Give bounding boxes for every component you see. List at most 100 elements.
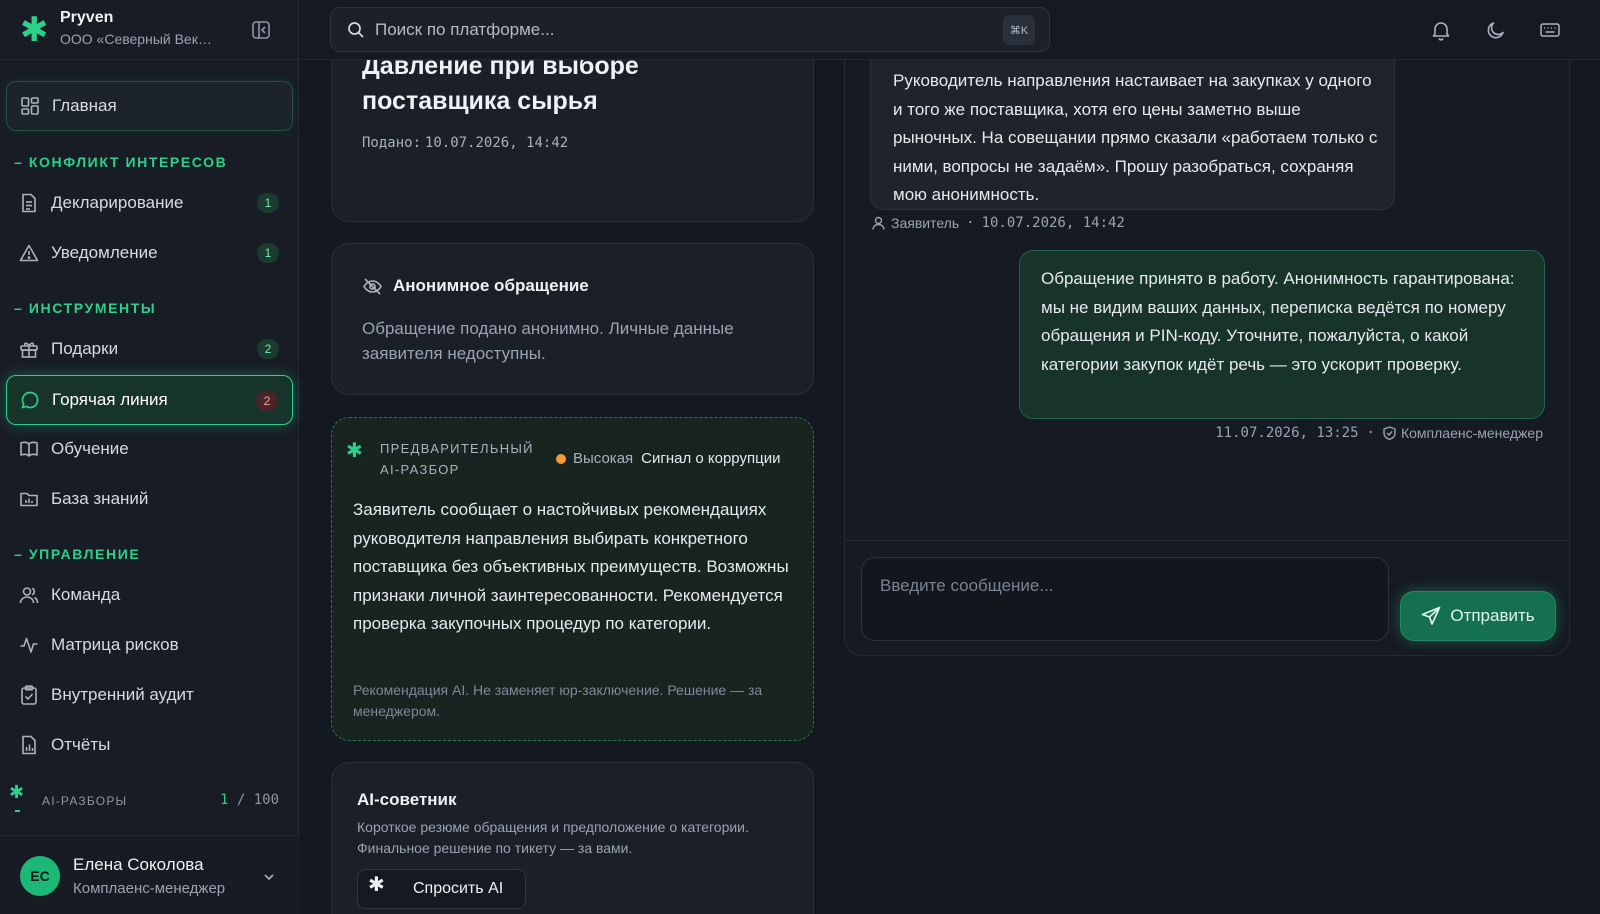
- organization-name[interactable]: ООО «Северный Век…: [60, 31, 235, 47]
- incoming-message-text: Руководитель направления настаивает на з…: [893, 71, 1378, 204]
- activity-icon: [19, 635, 39, 655]
- search-box[interactable]: ⌘K: [330, 7, 1050, 52]
- count-badge: 2: [257, 339, 279, 359]
- sidebar-item-reports[interactable]: Отчёты: [6, 722, 293, 768]
- submitted-value: 10.07.2026, 14:42: [424, 135, 569, 151]
- anonymous-title: Анонимное обращение: [393, 276, 589, 295]
- avatar: ЕС: [20, 856, 60, 896]
- meta-separator: ·: [966, 215, 975, 231]
- ai-quota-progress: [15, 810, 20, 812]
- count-badge: 2: [256, 391, 278, 411]
- section-tools: – ИНСТРУМЕНТЫ: [14, 300, 157, 316]
- top-bar: ⌘K: [300, 0, 1600, 60]
- clipboard-check-icon: [19, 685, 39, 705]
- chat-bubble-icon: [20, 390, 40, 410]
- search-shortcut: ⌘K: [1003, 15, 1035, 45]
- send-icon: [1421, 606, 1441, 626]
- advisor-text: Короткое резюме обращения и предположени…: [357, 819, 749, 856]
- brand-header: ✱ Pryven ООО «Северный Век…: [0, 0, 299, 60]
- asterisk-logo-icon: ✱: [20, 11, 49, 49]
- submitted-label: Подано:: [362, 135, 422, 151]
- sidebar-item-notification[interactable]: Уведомление 1: [6, 230, 293, 276]
- ticket-submitted: Подано: 10.07.2026, 14:42: [362, 134, 568, 151]
- sidebar-item-training[interactable]: Обучение: [6, 426, 293, 472]
- message-input[interactable]: [861, 557, 1389, 641]
- count-badge: 1: [257, 193, 279, 213]
- sidebar-item-internal-audit[interactable]: Внутренний аудит: [6, 672, 293, 718]
- anonymous-card: Анонимное обращение Обращение подано ано…: [331, 243, 814, 395]
- sidebar-item-label: Уведомление: [51, 243, 158, 262]
- ai-quota-value: 1 / 100: [220, 792, 279, 808]
- user-role: Комплаенс-менеджер: [73, 880, 226, 897]
- send-button[interactable]: Отправить: [1400, 591, 1556, 641]
- bell-icon[interactable]: [1430, 19, 1452, 41]
- sidebar-item-label: Команда: [51, 585, 121, 604]
- sidebar-item-gifts[interactable]: Подарки 2: [6, 326, 293, 372]
- book-icon: [19, 439, 39, 459]
- document-icon: [19, 193, 39, 213]
- incoming-author: Заявитель: [891, 215, 960, 231]
- ask-ai-label: Спросить AI: [413, 880, 504, 897]
- ask-ai-button[interactable]: ✱ Спросить AI: [357, 869, 526, 909]
- count-badge: 1: [257, 243, 279, 263]
- priority-dot-icon: [556, 453, 566, 464]
- sidebar-item-home[interactable]: Главная: [6, 81, 293, 131]
- chat-panel: Руководитель направления настаивает на з…: [844, 40, 1571, 656]
- ai-review-text: Заявитель сообщает о настойчивых рекомен…: [353, 500, 789, 633]
- ai-quota-total: 100: [253, 792, 280, 808]
- shield-check-icon: [1383, 426, 1396, 440]
- anonymous-text: Обращение подано анонимно. Личные данные…: [362, 319, 734, 363]
- sidebar-item-declaration[interactable]: Декларирование 1: [6, 180, 293, 226]
- sidebar-item-team[interactable]: Команда: [6, 572, 293, 618]
- folder-chart-icon: [19, 489, 39, 509]
- sidebar-item-knowledge-base[interactable]: База знаний: [6, 476, 293, 522]
- search-icon: [347, 21, 365, 44]
- advisor-title: AI-советник: [357, 790, 457, 809]
- send-label: Отправить: [1450, 606, 1535, 625]
- anonymous-heading: Анонимное обращение: [362, 276, 589, 296]
- sidebar-item-label: Декларирование: [51, 193, 184, 212]
- eye-off-icon: [362, 277, 383, 296]
- moon-icon[interactable]: [1485, 19, 1507, 41]
- sidebar-item-label: База знаний: [51, 489, 149, 508]
- ai-advisor-card: AI-советник Короткое резюме обращения и …: [331, 762, 814, 914]
- sidebar-item-label: Обучение: [51, 439, 129, 458]
- outgoing-message: Обращение принято в работу. Анонимность …: [1019, 250, 1545, 419]
- sidebar-item-label: Отчёты: [51, 735, 111, 754]
- section-management: – УПРАВЛЕНИЕ: [14, 546, 141, 562]
- users-icon: [19, 585, 39, 605]
- meta-separator: ·: [1366, 425, 1375, 441]
- ai-review-tags: Высокая Сигнал о коррупции: [556, 450, 780, 467]
- sidebar-item-label: Горячая линия: [52, 390, 168, 409]
- composer-divider: [845, 540, 1571, 541]
- search-input[interactable]: [375, 17, 975, 43]
- sidebar-item-label: Внутренний аудит: [51, 685, 194, 704]
- sidebar-item-label: Подарки: [51, 339, 119, 358]
- brand-name: Pryven: [60, 9, 114, 26]
- user-icon: [872, 216, 885, 230]
- section-conflict-of-interest: – КОНФЛИКТ ИНТЕРЕСОВ: [14, 154, 228, 170]
- incoming-time: 10.07.2026, 14:42: [981, 215, 1125, 231]
- report-icon: [19, 735, 39, 755]
- ai-review-card: ✱ ПРЕДВАРИТЕЛЬНЫЙ AI-РАЗБОР Высокая Сигн…: [331, 417, 814, 741]
- outgoing-author: Комплаенс-менеджер: [1400, 425, 1543, 441]
- ai-sparkle-icon: ✱: [346, 440, 363, 462]
- gift-icon: [19, 339, 39, 359]
- dashboard-icon: [20, 96, 40, 116]
- ai-quota-separator: /: [228, 792, 254, 808]
- incoming-message-meta: Заявитель · 10.07.2026, 14:42: [872, 215, 1125, 231]
- sidebar-collapse-icon[interactable]: [250, 19, 272, 41]
- priority-label: Высокая: [573, 450, 634, 467]
- ai-sparkle-icon: ✱: [368, 874, 385, 896]
- outgoing-message-meta: 11.07.2026, 13:25 · Комплаенс-менеджер: [1215, 425, 1543, 441]
- user-name: Елена Соколова: [73, 855, 204, 874]
- ai-sparkle-icon: ✱: [9, 782, 25, 802]
- outgoing-message-text: Обращение принято в работу. Анонимность …: [1041, 269, 1515, 374]
- sidebar-item-hotline[interactable]: Горячая линия 2: [6, 375, 293, 425]
- user-menu[interactable]: ЕС Елена Соколова Комплаенс-менеджер: [0, 835, 299, 914]
- keyboard-icon[interactable]: [1539, 19, 1561, 41]
- ai-review-kicker: ПРЕДВАРИТЕЛЬНЫЙ AI-РАЗБОР: [380, 441, 534, 477]
- ai-review-disclaimer: Рекомендация AI. Не заменяет юр-заключен…: [353, 682, 763, 719]
- sidebar-item-risk-matrix[interactable]: Матрица рисков: [6, 622, 293, 668]
- chevron-down-icon[interactable]: [262, 870, 276, 889]
